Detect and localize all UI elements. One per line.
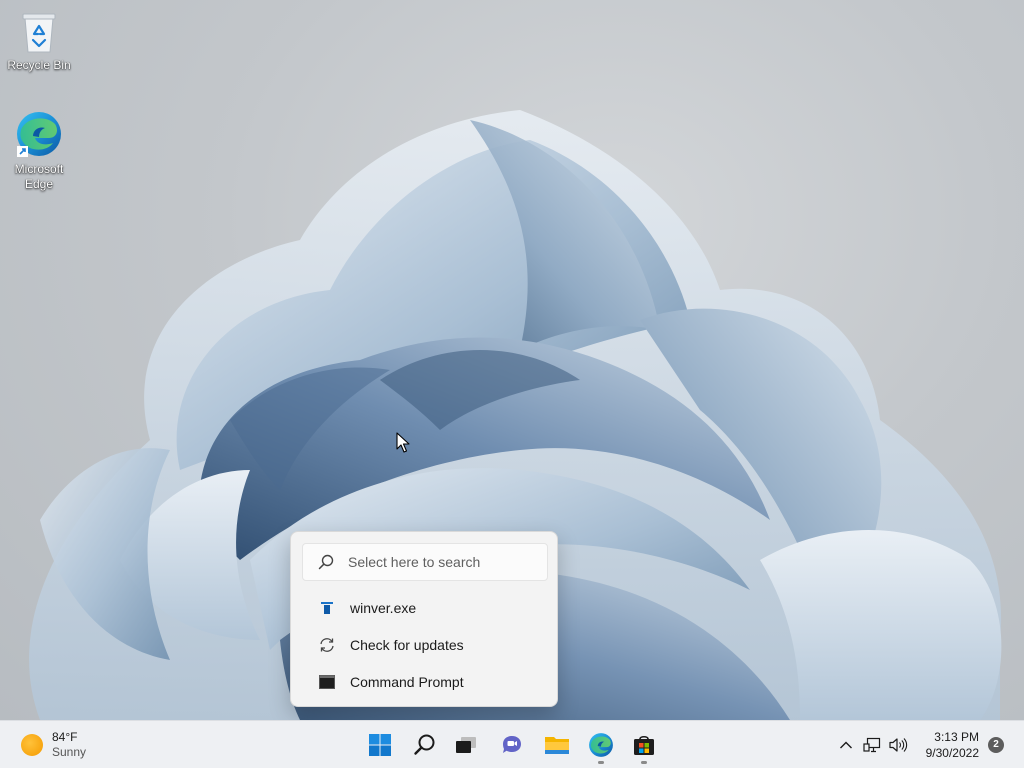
search-flyout[interactable]: Select here to search winver.exe Check f…: [290, 531, 558, 707]
search-result-winver[interactable]: winver.exe: [302, 591, 548, 625]
search-icon: [318, 554, 334, 570]
store-button[interactable]: [624, 725, 664, 765]
search-icon: [414, 734, 435, 755]
show-hidden-icons-button[interactable]: [835, 734, 857, 756]
search-result-label: Check for updates: [350, 637, 464, 653]
chat-icon: [503, 736, 521, 753]
clock-date: 9/30/2022: [925, 746, 979, 760]
desktop-icon-recycle-bin[interactable]: Recycle Bin: [1, 10, 77, 73]
task-view-icon: [456, 737, 476, 753]
running-indicator: [598, 761, 604, 764]
desktop[interactable]: Recycle Bin Microsoft Edge Select here t…: [0, 0, 1024, 720]
search-result-label: winver.exe: [350, 600, 417, 616]
desktop-icon-label: Microsoft Edge: [14, 162, 64, 191]
folder-icon: [545, 737, 569, 754]
clock-time: 3:13 PM: [934, 730, 979, 744]
volume-button[interactable]: [887, 734, 909, 756]
running-indicator: [641, 761, 647, 764]
search-input[interactable]: Select here to search: [302, 543, 548, 581]
network-icon: [863, 737, 881, 753]
sun-icon: [21, 734, 43, 756]
start-button[interactable]: [360, 725, 400, 765]
taskbar[interactable]: 84°F Sunny 3:13 PM 9/30/2022 2: [0, 720, 1024, 768]
sync-icon: [317, 635, 337, 655]
search-placeholder: Select here to search: [348, 554, 481, 570]
weather-widget[interactable]: 84°F Sunny: [14, 728, 134, 762]
notification-badge[interactable]: 2: [988, 737, 1004, 753]
clock[interactable]: 3:13 PM 9/30/2022: [915, 729, 979, 761]
search-result-label: Command Prompt: [350, 674, 464, 690]
edge-icon: [589, 733, 613, 757]
network-button[interactable]: [862, 734, 884, 756]
store-icon: [634, 735, 654, 755]
file-explorer-button[interactable]: [537, 725, 577, 765]
taskbar-search-button[interactable]: [405, 725, 445, 765]
search-result-check-for-updates[interactable]: Check for updates: [302, 628, 548, 662]
desktop-icon-label: Recycle Bin: [7, 58, 71, 72]
edge-icon: [17, 112, 61, 157]
app-icon: [317, 598, 337, 618]
edge-taskbar-button[interactable]: [581, 725, 621, 765]
speaker-icon: [889, 738, 908, 752]
weather-temperature: 84°F: [52, 730, 78, 744]
windows-logo-icon: [369, 734, 391, 756]
desktop-icon-microsoft-edge[interactable]: Microsoft Edge: [1, 110, 77, 192]
task-view-button[interactable]: [446, 725, 486, 765]
weather-condition: Sunny: [52, 745, 87, 759]
recycle-bin-icon: [22, 13, 56, 53]
terminal-icon: [317, 672, 337, 692]
search-result-command-prompt[interactable]: Command Prompt: [302, 665, 548, 699]
chat-button[interactable]: [492, 725, 532, 765]
mouse-cursor-icon: [396, 432, 410, 453]
chevron-up-icon: [840, 741, 852, 749]
